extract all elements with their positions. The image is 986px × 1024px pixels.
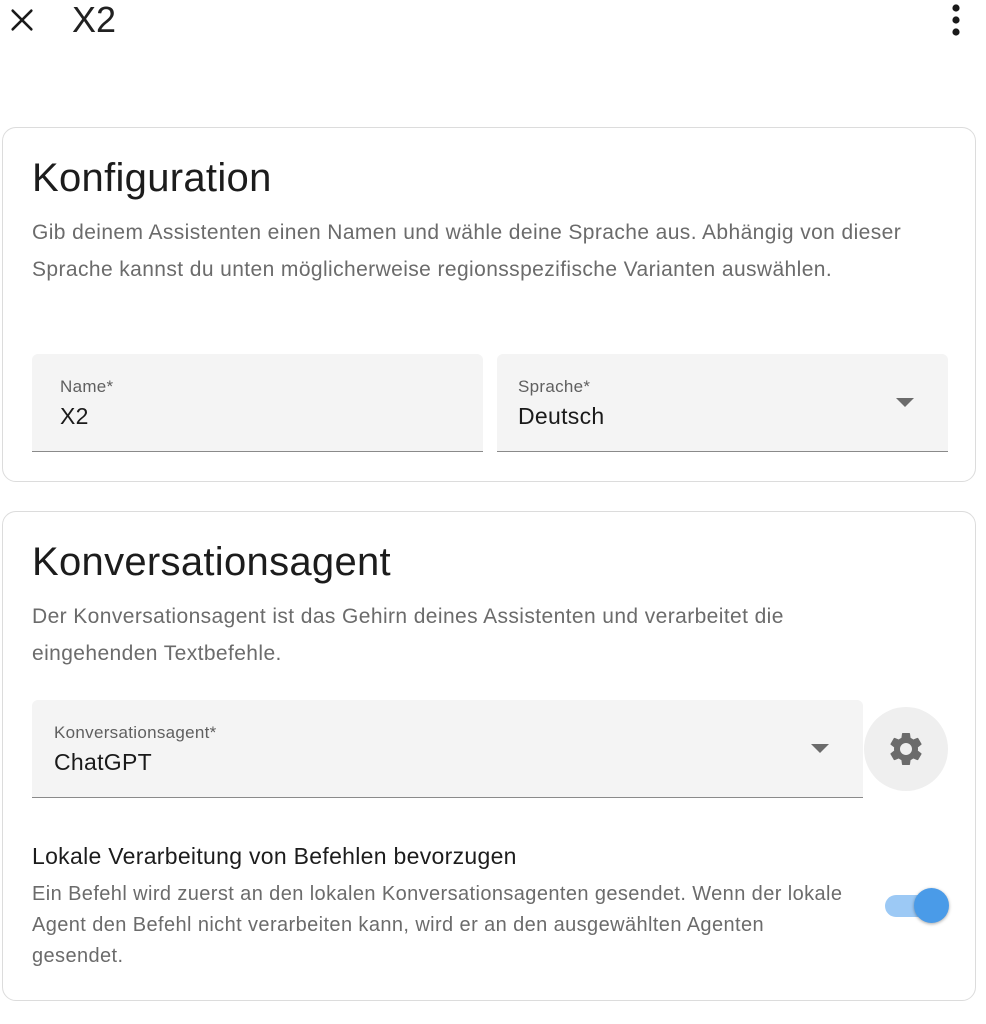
configuration-title: Konfiguration: [32, 156, 272, 200]
conversation-agent-description: Der Konversationsagent ist das Gehirn de…: [32, 605, 784, 665]
close-button[interactable]: [4, 2, 40, 38]
agent-settings-button[interactable]: [864, 707, 948, 791]
prefer-local-description: Ein Befehl wird zuerst an den lokalen Ko…: [32, 883, 843, 967]
name-field-label: Name*: [60, 377, 114, 396]
configuration-card: Konfiguration Gib deinem Assistenten ein…: [2, 127, 976, 482]
conversation-agent-select[interactable]: Konversationsagent* ChatGPT: [32, 700, 863, 798]
language-select-value: Deutsch: [518, 403, 605, 429]
conversation-agent-select-value: ChatGPT: [54, 749, 152, 775]
prefer-local-title: Lokale Verarbeitung von Befehlen bevorzu…: [32, 843, 517, 869]
name-field-value: X2: [60, 403, 89, 429]
chevron-down-icon: [811, 744, 829, 753]
dialog-header: X2: [0, 0, 986, 48]
dialog-title: X2: [72, 0, 117, 40]
language-select[interactable]: Sprache* Deutsch: [497, 354, 948, 452]
gear-icon: [890, 733, 922, 765]
toggle-thumb: [914, 888, 949, 923]
language-select-label: Sprache*: [518, 377, 591, 396]
conversation-agent-card: Konversationsagent Der Konversationsagen…: [2, 511, 976, 1001]
more-options-button[interactable]: [938, 0, 974, 40]
close-icon: [11, 9, 33, 31]
conversation-agent-select-label: Konversationsagent*: [54, 723, 217, 742]
name-field[interactable]: Name* X2: [32, 354, 483, 452]
more-vertical-icon: [952, 4, 960, 36]
prefer-local-toggle[interactable]: [885, 886, 949, 926]
conversation-agent-title: Konversationsagent: [32, 540, 391, 584]
chevron-down-icon: [896, 398, 914, 407]
configuration-description: Gib deinem Assistenten einen Namen und w…: [32, 221, 902, 281]
